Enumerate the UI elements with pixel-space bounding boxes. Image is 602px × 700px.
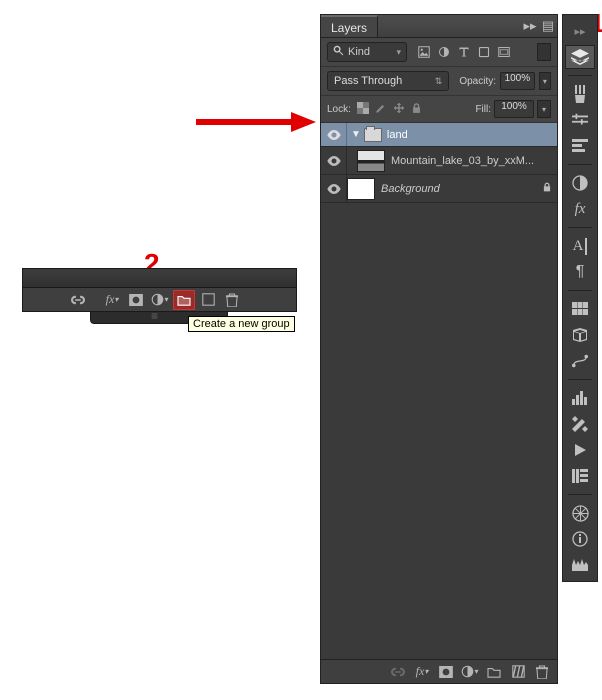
new-group-icon[interactable] — [173, 290, 195, 310]
layer-fx-icon[interactable]: fx▾ — [411, 662, 433, 682]
link-layers-icon[interactable] — [67, 290, 89, 310]
layer-thumbnail[interactable] — [357, 150, 385, 172]
blend-mode-value: Pass Through — [334, 75, 402, 87]
disclosure-triangle-icon[interactable]: ▼ — [351, 129, 361, 140]
info-panel-icon[interactable] — [565, 527, 595, 551]
blend-mode-row: Pass Through ⇅ Opacity: 100% ▾ — [321, 67, 557, 96]
delete-layer-icon[interactable] — [531, 662, 553, 682]
visibility-toggle[interactable] — [321, 123, 347, 146]
layer-mask-icon[interactable] — [125, 290, 147, 310]
contrast-panel-icon[interactable] — [565, 171, 595, 195]
layer-background[interactable]: Background — [321, 175, 557, 203]
annotation-arrow — [196, 112, 316, 132]
collapse-icon[interactable]: ▸▸ — [521, 15, 539, 37]
layer-name[interactable]: land — [387, 129, 557, 141]
3d-panel-icon[interactable] — [565, 323, 595, 347]
search-icon — [333, 45, 344, 59]
filter-adjust-icon[interactable] — [435, 43, 453, 61]
layer-name[interactable]: Background — [381, 183, 537, 195]
filter-type-icon[interactable] — [455, 43, 473, 61]
fill-stepper[interactable]: ▾ — [537, 100, 551, 118]
filter-kind-select[interactable]: Kind ▾ — [327, 42, 407, 62]
fill-field[interactable]: 100% — [494, 100, 534, 118]
layer-list: ▼ land Mountain_lake_03_by_xxM... Backgr… — [321, 123, 557, 659]
lock-all-icon[interactable] — [411, 102, 422, 117]
visibility-toggle[interactable] — [321, 175, 347, 202]
lock-position-icon[interactable] — [393, 102, 405, 117]
layer-filter-row: Kind ▾ — [321, 38, 557, 67]
inset-footer-strip: fx▾ ▾ Create a new group — [22, 268, 297, 324]
lock-transparent-icon[interactable] — [357, 102, 369, 117]
layers-panel-footer: fx▾ ▾ — [321, 659, 557, 683]
link-layers-icon[interactable] — [387, 662, 409, 682]
visibility-toggle[interactable] — [321, 147, 347, 174]
layer-thumbnail[interactable] — [347, 178, 375, 200]
new-group-icon[interactable] — [483, 662, 505, 682]
adjustment-layer-icon[interactable]: ▾ — [149, 290, 171, 310]
timeline-panel-icon[interactable] — [565, 464, 595, 488]
filter-shape-icon[interactable] — [475, 43, 493, 61]
layers-panel-icon[interactable] — [565, 45, 595, 69]
new-layer-icon[interactable] — [507, 662, 529, 682]
layer-name[interactable]: Mountain_lake_03_by_xxM... — [391, 155, 557, 167]
chevron-updown-icon: ⇅ — [435, 76, 443, 87]
character-panel-icon[interactable]: A — [565, 234, 595, 258]
lock-icon — [537, 181, 557, 196]
brushes-panel-icon[interactable] — [565, 82, 595, 106]
new-layer-icon[interactable] — [197, 290, 219, 310]
lock-row: Lock: Fill: 100% ▾ — [321, 96, 557, 123]
paragraph-panel-icon[interactable]: ¶ — [565, 260, 595, 284]
filter-smart-icon[interactable] — [495, 43, 513, 61]
folder-icon — [364, 128, 382, 142]
fill-label: Fill: — [475, 104, 491, 115]
tooltip-new-group: Create a new group — [188, 316, 295, 332]
tools-panel-icon[interactable] — [565, 412, 595, 436]
histogram-panel-icon[interactable] — [565, 386, 595, 410]
blend-mode-select[interactable]: Pass Through ⇅ — [327, 71, 449, 91]
paths-panel-icon[interactable] — [565, 349, 595, 373]
adjustments-panel-icon[interactable] — [565, 108, 595, 132]
panel-menu-icon[interactable]: ▤ — [539, 15, 557, 37]
opacity-field[interactable]: 100% — [500, 72, 535, 90]
layers-panel: Layers ▸▸ ▤ Kind ▾ Pass Through ⇅ — [320, 14, 558, 684]
lock-pixels-icon[interactable] — [375, 102, 387, 117]
layers-panel-header: Layers ▸▸ ▤ — [321, 15, 557, 38]
layers-tab[interactable]: Layers — [321, 15, 378, 37]
chevron-down-icon: ▾ — [396, 47, 401, 58]
align-panel-icon[interactable] — [565, 134, 595, 158]
play-panel-icon[interactable] — [565, 438, 595, 462]
opacity-label: Opacity: — [459, 76, 496, 87]
properties-panel-icon[interactable] — [565, 553, 595, 577]
layer-fx-icon[interactable]: fx▾ — [101, 290, 123, 310]
right-tool-strip: ▸▸ fx A ¶ — [562, 14, 598, 582]
lock-label: Lock: — [327, 104, 351, 115]
layer-mountain[interactable]: Mountain_lake_03_by_xxM... — [321, 147, 557, 175]
opacity-stepper[interactable]: ▾ — [539, 72, 551, 90]
navigator-panel-icon[interactable] — [565, 501, 595, 525]
fx-panel-icon[interactable]: fx — [565, 197, 595, 221]
delete-layer-icon[interactable] — [221, 290, 243, 310]
filter-pixel-icon[interactable] — [415, 43, 433, 61]
filter-toggle[interactable] — [537, 43, 551, 61]
filter-kind-label: Kind — [348, 46, 370, 58]
layer-mask-icon[interactable] — [435, 662, 457, 682]
adjustment-layer-icon[interactable]: ▾ — [459, 662, 481, 682]
collapse-strip-icon[interactable]: ▸▸ — [565, 19, 595, 43]
swatches-panel-icon[interactable] — [565, 297, 595, 321]
layer-group-land[interactable]: ▼ land — [321, 123, 557, 147]
